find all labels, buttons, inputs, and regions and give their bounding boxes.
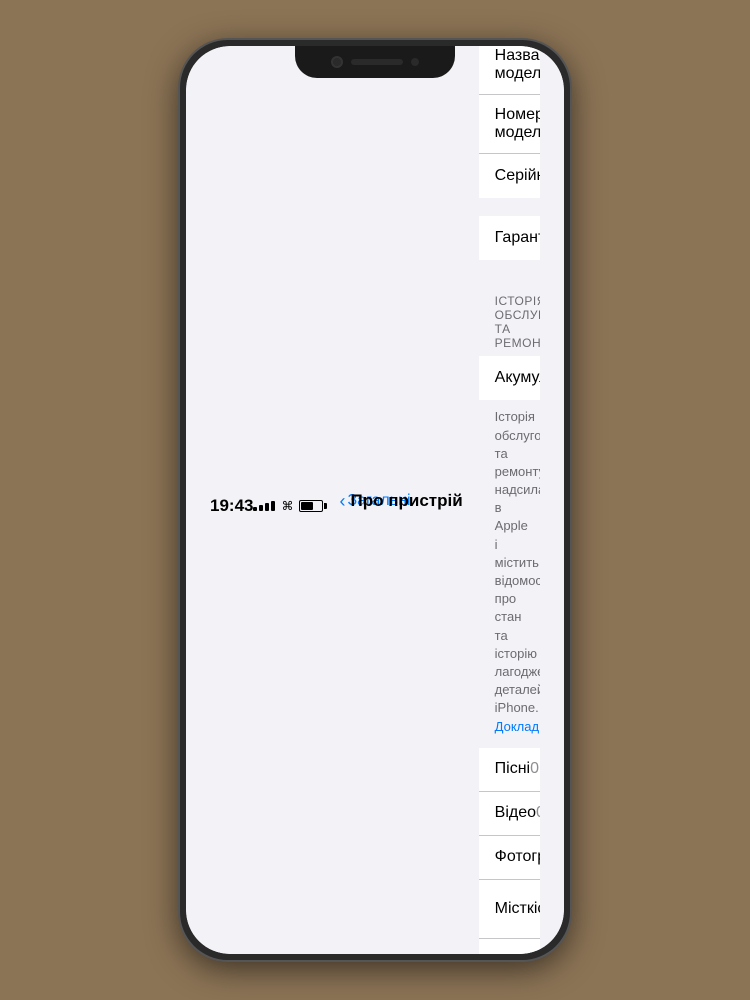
nav-bar: ‹ Загальні Про пристрій [323, 487, 478, 520]
content-area: Назва iPhone › Версія iOS 17.0.3 › [479, 46, 540, 954]
spacer-2 [479, 198, 540, 216]
serial-row: Серійний DNPY74ALKXKP [479, 154, 540, 198]
status-bar: 19:43 ⌘ ‹ За [186, 46, 564, 954]
battery-label: Акумулятор [495, 369, 540, 387]
spacer-3 [479, 260, 540, 278]
phone-outer: 19:43 ⌘ ‹ За [180, 40, 570, 960]
warranty-group: Гарантія › [479, 216, 540, 260]
service-group: Акумулятор Обслуговування › [479, 356, 540, 400]
stats-group: Пісні 0 Відео 0 Фотографії 0 Місткість 6… [479, 748, 540, 954]
battery-icon [299, 500, 323, 512]
learn-more-link[interactable]: Докладніше... [495, 719, 540, 734]
model-name-label: Назва моделі [495, 47, 540, 83]
songs-row: Пісні 0 [479, 748, 540, 792]
camera-icon [331, 56, 343, 68]
battery-row[interactable]: Акумулятор Обслуговування › [479, 356, 540, 400]
songs-value: 0 [530, 760, 539, 778]
status-time: 19:43 [210, 496, 253, 516]
chevron-left-icon: ‹ [339, 491, 345, 512]
capacity-label: Місткість [495, 900, 540, 918]
wifi-icon: ⌘ [281, 499, 293, 513]
page-title: Про пристрій [351, 491, 463, 511]
service-section-header: ІСТОРІЯ ОБСЛУГОВУВАННЯ ТА РЕМОНТУ [479, 278, 540, 356]
model-number-row: Номер моделі MRYT2VC/A [479, 95, 540, 154]
photos-row: Фотографії 0 [479, 836, 540, 880]
model-name-row: Назва моделі iPhone Xr [479, 46, 540, 95]
speaker-icon [351, 59, 403, 65]
video-value: 0 [536, 804, 540, 822]
warranty-label: Гарантія [495, 229, 540, 247]
video-row: Відео 0 [479, 792, 540, 836]
serial-label: Серійний [495, 167, 540, 185]
info-group: Назва iPhone › Версія iOS 17.0.3 › [479, 46, 540, 198]
service-note: Історія обслуговування та ремонту надсил… [479, 400, 540, 747]
songs-label: Пісні [495, 760, 530, 778]
capacity-row: Місткість 64 ГБ [479, 880, 540, 939]
model-number-label: Номер моделі [495, 106, 540, 142]
photos-label: Фотографії [495, 848, 540, 866]
phone-inner: 19:43 ⌘ ‹ За [186, 46, 564, 954]
warranty-row[interactable]: Гарантія › [479, 216, 540, 260]
signal-icon [253, 501, 275, 511]
video-label: Відео [495, 804, 536, 822]
notch [295, 46, 455, 78]
phone-screen: 19:43 ⌘ ‹ За [186, 46, 564, 954]
status-icons: ⌘ [253, 499, 323, 513]
free-space-row: Вільно 51,48 ГБ [479, 939, 540, 954]
sensor-icon [411, 58, 419, 66]
